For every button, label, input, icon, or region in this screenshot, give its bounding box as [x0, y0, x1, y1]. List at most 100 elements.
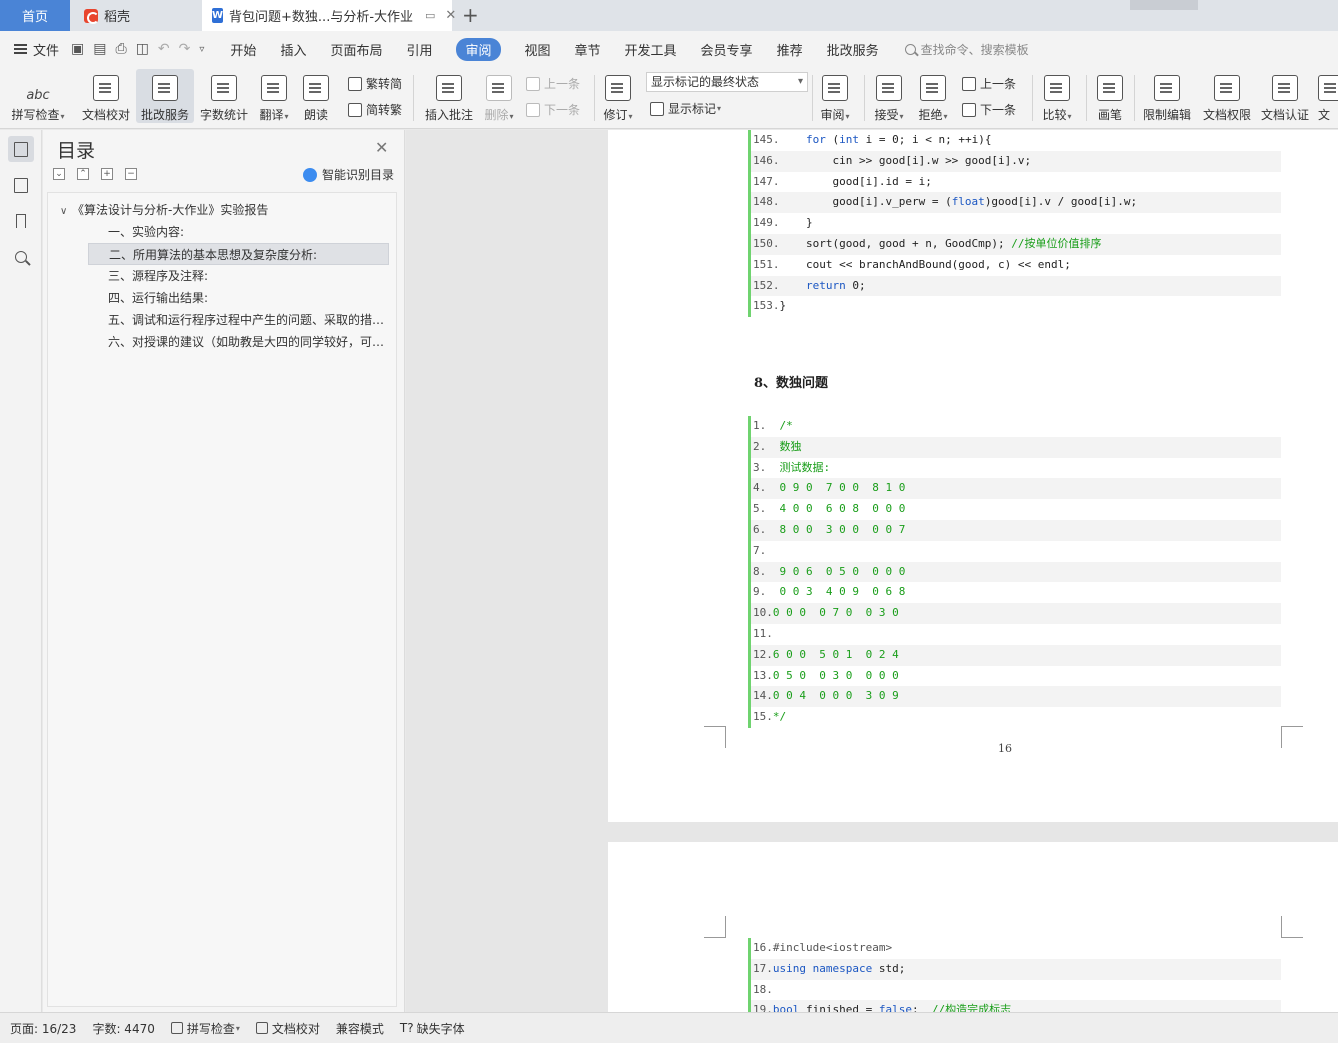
document-area[interactable]: 145. for (int i = 0; i < n; ++i){146. ci… [406, 130, 1338, 1012]
code-line: 17.using namespace std; [751, 958, 1281, 980]
to-traditional-button[interactable]: 简转繁 [348, 101, 402, 118]
missing-font-indicator[interactable]: T? 缺失字体 [400, 1020, 465, 1037]
review-pane-button[interactable]: 审阅▾ [816, 69, 854, 123]
next-comment-label: 下一条 [544, 103, 581, 117]
menu-item-start[interactable]: 开始 [230, 40, 256, 59]
undo-icon[interactable]: ↶ [158, 41, 170, 57]
menu-item-layout[interactable]: 页面布局 [330, 40, 382, 59]
grading-service-button[interactable]: 批改服务 [136, 69, 194, 123]
toc-item-root[interactable]: ∨ 《算法设计与分析-大作业》实验报告 [60, 199, 390, 221]
proofread-button[interactable]: 文档校对 [78, 69, 134, 123]
menu-item-insert[interactable]: 插入 [280, 40, 306, 59]
code-line: 10.0 0 0 0 7 0 0 3 0 [751, 603, 1281, 624]
ribbon-divider [1134, 75, 1135, 121]
code-line-number: 153. [753, 299, 780, 313]
section-nav-button[interactable] [8, 172, 34, 198]
menu-item-member[interactable]: 会员专享 [701, 40, 753, 59]
find-nav-button[interactable] [8, 244, 34, 270]
proofread-status[interactable]: 文档校对 [255, 1020, 320, 1037]
to-simplified-button[interactable]: 繁转简 [348, 75, 402, 92]
smart-toc-button[interactable]: 智能识别目录 [303, 166, 394, 183]
toc-item[interactable]: 六、对授课的建议（如助教是大四的同学较好，可以提出更多的建议） [88, 331, 389, 353]
show-markup-button[interactable]: 显示标记 ▾ [650, 100, 721, 117]
pen-button[interactable]: 画笔 [1092, 69, 1128, 123]
spell-check-status[interactable]: 拼写检查 ▾ [170, 1020, 240, 1037]
menu-item-view[interactable]: 视图 [525, 40, 551, 59]
code-line-number: 15. [753, 710, 773, 724]
read-aloud-button[interactable]: 朗读 [298, 69, 334, 123]
code-token: 4 0 0 6 0 8 0 0 0 [766, 502, 906, 516]
compare-button[interactable]: 比较▾ [1038, 69, 1076, 123]
prev-comment-button[interactable]: 上一条 [526, 75, 580, 92]
document-page[interactable]: 145. for (int i = 0; i < n; ++i){146. ci… [608, 130, 1338, 822]
menu-item-references[interactable]: 引用 [406, 40, 432, 59]
code-line-number: 7. [753, 543, 767, 557]
reject-button[interactable]: 拒绝▾ [914, 69, 952, 123]
word-count-button[interactable]: 字数统计 [198, 69, 250, 123]
prev-comment-label: 上一条 [544, 77, 581, 91]
code-line: 148. good[i].v_perw = (float)good[i].v /… [751, 192, 1281, 214]
toc-close-icon[interactable]: ✕ [375, 138, 388, 157]
toc-item[interactable]: 一、实验内容: [88, 221, 389, 243]
insert-comment-button[interactable]: 插入批注 [422, 69, 476, 123]
document-certify-button[interactable]: 文档认证 [1258, 69, 1312, 123]
menu-item-review[interactable]: 审阅 [456, 37, 501, 61]
command-search[interactable]: 查找命令、搜索模板 [904, 41, 1029, 58]
save-icon[interactable]: ▣ [71, 41, 84, 57]
menu-item-recommend[interactable]: 推荐 [777, 40, 803, 59]
word-count-indicator[interactable]: 字数: 4470 [92, 1020, 154, 1037]
code-line: 152. return 0; [751, 275, 1281, 297]
customize-toolbar-icon[interactable]: ▿ [199, 44, 204, 55]
toc-expand-icon[interactable]: ⌃ [77, 168, 89, 180]
translate-button[interactable]: 翻译▾ [254, 69, 294, 123]
tab-home[interactable]: 首页 [0, 0, 70, 31]
toc-item[interactable]: 三、源程序及注释: [88, 265, 389, 287]
menu-item-chapter[interactable]: 章节 [575, 40, 601, 59]
compat-mode-indicator[interactable]: 兼容模式 [336, 1020, 384, 1037]
toc-remove-icon[interactable]: − [125, 168, 137, 180]
tab-document[interactable]: W 背包问题+数独...与分析-大作业 ▭ ✕ [202, 0, 456, 31]
window-float-icon[interactable]: ▭ [425, 9, 435, 22]
file-menu[interactable]: 文件 [14, 40, 59, 59]
track-changes-button[interactable]: 修订▾ [600, 69, 636, 123]
to-traditional-label: 简转繁 [366, 103, 403, 117]
toc-collapse-icon[interactable]: ⌄ [53, 168, 65, 180]
redo-icon[interactable]: ↷ [179, 41, 191, 57]
ribbon-divider [864, 75, 865, 121]
toc-item[interactable]: 四、运行输出结果: [88, 287, 389, 309]
next-change-button[interactable]: 下一条 [962, 101, 1016, 118]
spell-check-button[interactable]: abc 拼写检查▾ [8, 69, 68, 123]
print-preview-icon[interactable]: ◫ [136, 41, 149, 57]
chevron-down-icon[interactable]: ∨ [60, 201, 72, 221]
menu-item-developer[interactable]: 开发工具 [625, 40, 677, 59]
bookmark-nav-button[interactable] [8, 208, 34, 234]
tab-daoke[interactable]: 稻壳 [72, 0, 200, 31]
document-page[interactable]: 16.#include<iostream> 17.using namespace … [608, 842, 1338, 1012]
insert-comment-label: 插入批注 [424, 108, 473, 122]
code-token: #include<iostream> [772, 941, 893, 954]
export-pdf-icon[interactable]: ▤ [93, 41, 106, 57]
print-icon[interactable]: ⎙ [115, 41, 126, 57]
next-comment-button[interactable]: 下一条 [526, 101, 580, 118]
menu-item-grading[interactable]: 批改服务 [827, 40, 879, 59]
code-line: 153.} [751, 296, 1281, 317]
code-line-number: 151. [753, 257, 780, 271]
page-indicator[interactable]: 页面: 16/23 [10, 1020, 76, 1037]
toc-item-selected[interactable]: 二、所用算法的基本思想及复杂度分析: [88, 243, 389, 265]
markup-state-select[interactable]: 显示标记的最终状态 [646, 72, 808, 92]
crop-mark [704, 916, 726, 938]
cut-off-ribbon-button[interactable]: 文 [1318, 69, 1338, 123]
delete-comment-button[interactable]: 删除▾ [480, 69, 518, 123]
accept-button[interactable]: 接受▾ [870, 69, 908, 123]
code-line-number: 1. [753, 419, 767, 432]
tab-close-icon[interactable]: ✕ [445, 8, 456, 23]
toc-nav-button[interactable] [8, 136, 34, 162]
document-permission-button[interactable]: 文档权限 [1200, 69, 1254, 123]
toc-add-icon[interactable]: + [101, 168, 113, 180]
toc-item[interactable]: 五、调试和运行程序过程中产生的问题、采取的措施及获得的相关经验教训 [88, 309, 389, 331]
prev-change-button[interactable]: 上一条 [962, 75, 1016, 92]
new-tab-button[interactable]: + [462, 3, 479, 27]
restrict-editing-button[interactable]: 限制编辑 [1140, 69, 1194, 123]
